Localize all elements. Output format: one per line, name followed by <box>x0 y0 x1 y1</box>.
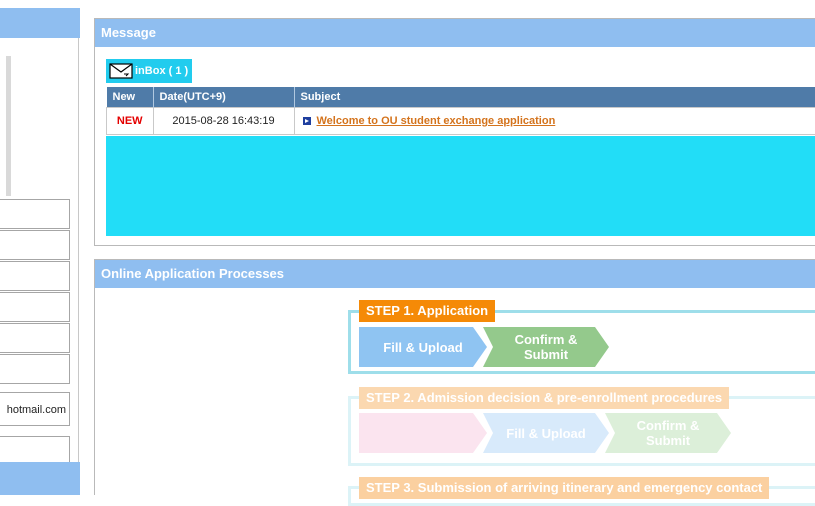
step2-task-1[interactable] <box>359 413 487 453</box>
email-field[interactable]: hotmail.com <box>0 392 70 426</box>
left-sidebar: hotmail.com <box>0 8 80 495</box>
task-label: Fill & Upload <box>383 340 462 355</box>
step2-confirm-submit-button[interactable]: Confirm & Submit <box>605 413 731 453</box>
step1-fill-upload-button[interactable]: Fill & Upload <box>359 327 487 367</box>
profile-field[interactable] <box>0 323 70 353</box>
message-date: 2015-08-28 16:43:19 <box>153 108 294 135</box>
task-label: Confirm & Submit <box>628 418 708 448</box>
step2-label: STEP 2. Admission decision & pre-enrollm… <box>359 387 729 409</box>
column-header-date: Date(UTC+9) <box>153 87 294 108</box>
inbox-tab[interactable]: inBox ( 1 ) <box>106 59 192 83</box>
message-list-empty-area <box>106 136 815 236</box>
message-panel: Message inBox ( 1 ) New Date(UTC+9) Subj… <box>94 18 815 246</box>
message-table: New Date(UTC+9) Subject NEW 2015-08-28 1… <box>106 87 815 135</box>
mail-icon <box>109 63 133 79</box>
profile-field[interactable] <box>0 230 70 260</box>
step3-label: STEP 3. Submission of arriving itinerary… <box>359 477 769 499</box>
sidebar-header <box>0 8 80 38</box>
inbox-label: inBox ( 1 ) <box>135 65 188 77</box>
profile-field[interactable] <box>0 354 70 384</box>
column-header-new: New <box>107 87 154 108</box>
profile-field[interactable] <box>0 261 70 291</box>
message-panel-title: Message <box>95 19 815 47</box>
process-panel: Online Application Processes STEP 1. App… <box>94 259 815 495</box>
task-label: Confirm & Submit <box>506 332 586 362</box>
table-row[interactable]: NEW 2015-08-28 16:43:19 Welcome to OU st… <box>107 108 815 135</box>
process-panel-title: Online Application Processes <box>95 260 815 288</box>
step2-fill-upload-button[interactable]: Fill & Upload <box>483 413 609 453</box>
sidebar-scrollbar[interactable] <box>6 56 11 196</box>
profile-field[interactable] <box>0 292 70 322</box>
message-subject-cell: Welcome to OU student exchange applicati… <box>294 108 815 135</box>
column-header-subject: Subject <box>294 87 815 108</box>
message-subject-link[interactable]: Welcome to OU student exchange applicati… <box>317 115 556 127</box>
step1-confirm-submit-button[interactable]: Confirm & Submit <box>483 327 609 367</box>
step1-label: STEP 1. Application <box>359 300 495 322</box>
profile-field[interactable] <box>0 199 70 229</box>
new-badge: NEW <box>107 108 154 135</box>
sidebar-footer <box>0 462 80 495</box>
arrow-square-icon <box>303 117 311 125</box>
task-label: Fill & Upload <box>506 426 585 441</box>
